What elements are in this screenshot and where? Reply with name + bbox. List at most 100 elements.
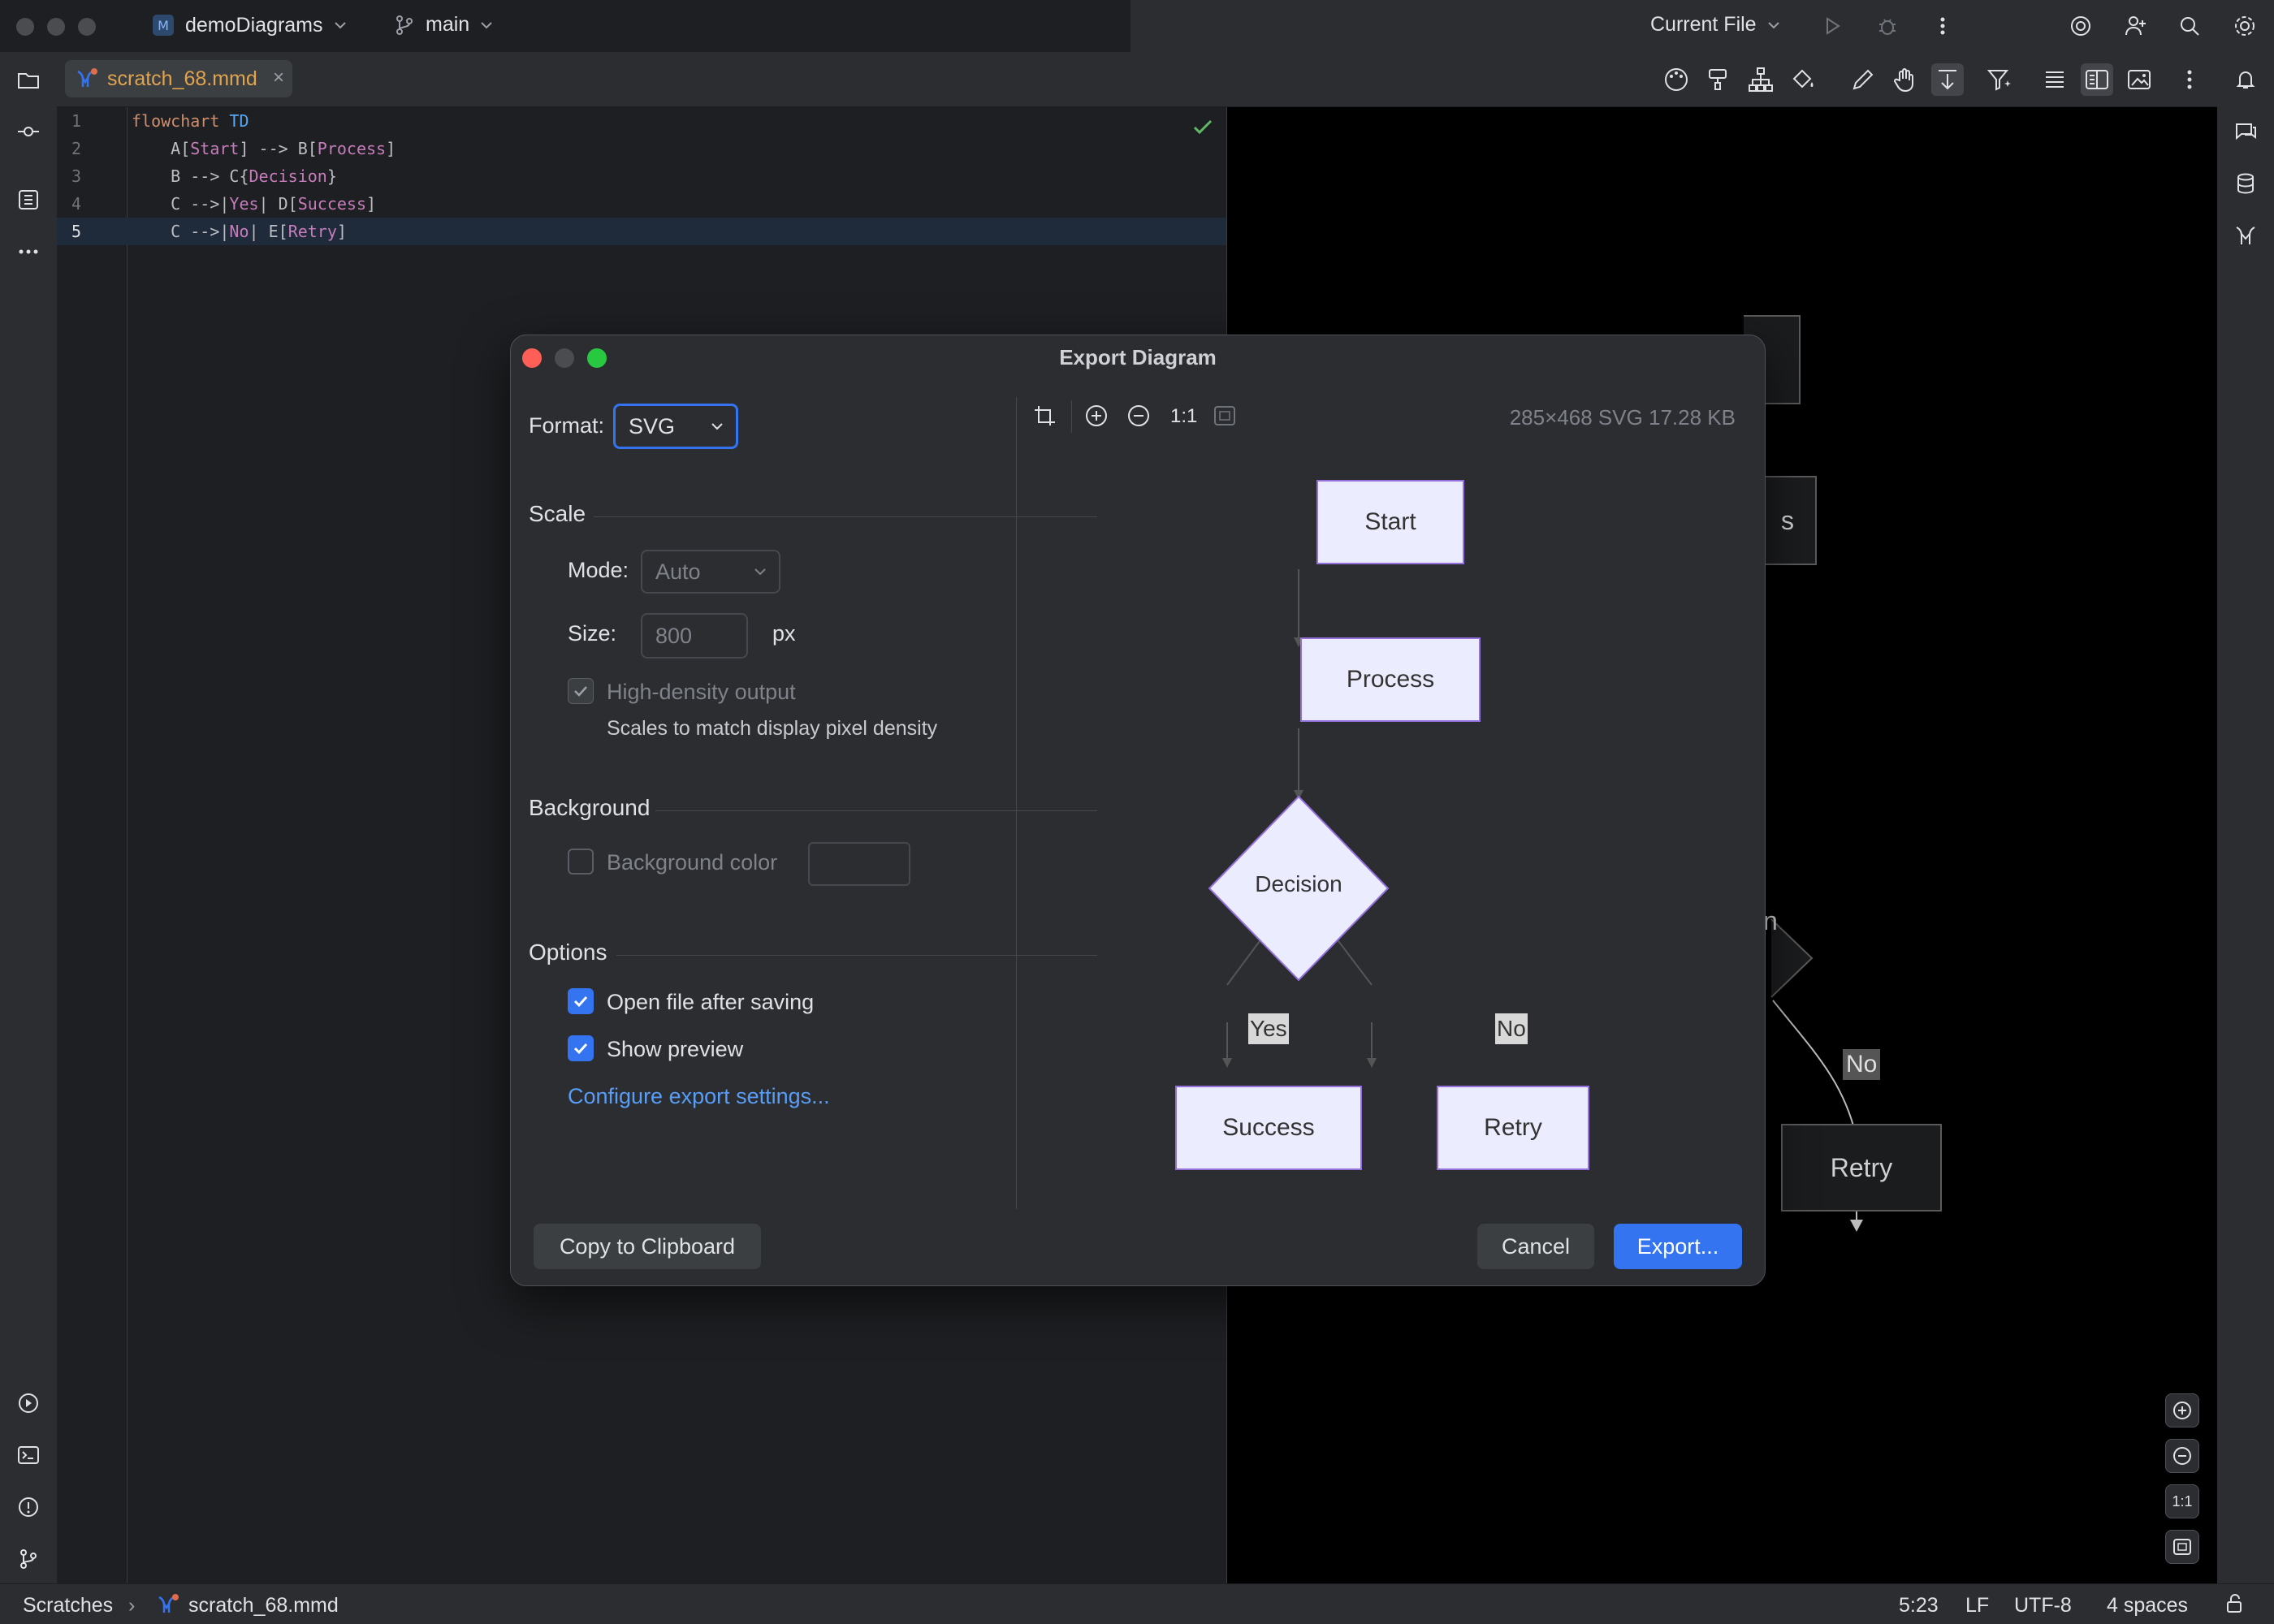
tab-close-icon[interactable]: × <box>273 67 284 89</box>
code-text: B --> C{Decision} <box>132 162 337 190</box>
zoom-out-button[interactable] <box>2165 1439 2199 1473</box>
show-preview-checkbox[interactable] <box>568 1035 594 1061</box>
theme-palette-icon[interactable] <box>1660 63 1693 96</box>
chevron-down-icon <box>1766 18 1781 32</box>
structure-icon[interactable] <box>14 185 43 214</box>
node-label: Process <box>1346 666 1435 693</box>
export-button[interactable]: Export... <box>1614 1224 1742 1269</box>
fill-bucket-icon[interactable] <box>1787 63 1819 96</box>
mermaid-file-icon <box>156 1592 180 1617</box>
caret-position[interactable]: 5:23 <box>1899 1594 1939 1618</box>
services-icon[interactable] <box>14 1389 43 1418</box>
code-token: ] <box>366 194 377 214</box>
project-folder-icon[interactable] <box>14 65 43 94</box>
hidpi-label: High-density output <box>607 680 796 704</box>
mode-value: Auto <box>655 559 701 584</box>
window-close-dot[interactable] <box>16 18 34 36</box>
format-select[interactable]: SVG <box>613 404 738 449</box>
run-icon[interactable] <box>1818 11 1847 41</box>
preview-zoom-reset[interactable]: 1:1 <box>1170 405 1197 428</box>
line-separator[interactable]: LF <box>1965 1594 1989 1618</box>
search-icon[interactable] <box>2175 11 2204 41</box>
code-token: flowchart <box>132 111 230 131</box>
edit-pencil-icon[interactable] <box>1847 63 1879 96</box>
problems-icon[interactable] <box>14 1492 43 1522</box>
brush-style-icon[interactable] <box>1702 63 1735 96</box>
code-line[interactable]: 5 C -->|No| E[Retry] <box>57 218 1226 245</box>
commit-icon[interactable] <box>14 117 43 146</box>
split-view-icon[interactable] <box>2081 63 2113 96</box>
breadcrumb-file[interactable]: scratch_68.mmd <box>188 1594 339 1618</box>
pan-hand-icon[interactable] <box>1889 63 1922 96</box>
ai-filter-icon[interactable] <box>1983 63 2016 96</box>
run-config-label: Current File <box>1650 13 1757 36</box>
add-user-icon[interactable] <box>2121 11 2151 41</box>
git-branch-icon <box>393 14 416 37</box>
code-token: A[ <box>132 139 191 158</box>
editor-tab-bar: scratch_68.mmd × <box>57 52 2217 107</box>
bg-node-process-partial: s <box>1760 476 1817 565</box>
ai-assistant-icon[interactable] <box>2066 11 2095 41</box>
more-vertical-icon[interactable] <box>2173 63 2206 96</box>
cancel-button[interactable]: Cancel <box>1477 1224 1594 1269</box>
code-token: Start <box>190 139 240 158</box>
layout-tree-icon[interactable] <box>1744 63 1777 96</box>
breadcrumb-scope[interactable]: Scratches <box>23 1594 113 1618</box>
svg-text:M: M <box>158 18 169 33</box>
branch-selector[interactable]: main <box>393 13 494 37</box>
background-color-label: Background color <box>607 850 778 875</box>
ai-chat-icon[interactable] <box>2231 117 2260 146</box>
line-number: 1 <box>71 111 82 131</box>
code-token: No <box>229 222 249 241</box>
window-minimize-dot[interactable] <box>47 18 65 36</box>
copy-to-clipboard-button[interactable]: Copy to Clipboard <box>534 1224 761 1269</box>
zoom-reset-button[interactable]: 1:1 <box>2165 1484 2199 1518</box>
indent-setting[interactable]: 4 spaces <box>2107 1594 2188 1618</box>
open-after-saving-checkbox[interactable] <box>568 988 594 1014</box>
preview-fit-icon <box>1213 404 1237 428</box>
more-horizontal-icon[interactable] <box>14 237 43 266</box>
code-line[interactable]: 2 A[Start] --> B[Process] <box>57 135 1226 162</box>
mermaid-project-icon: M <box>151 13 175 37</box>
fit-screen-button[interactable] <box>2165 1530 2199 1564</box>
window-zoom-dot[interactable] <box>78 18 96 36</box>
code-line[interactable]: 1 flowchart TD <box>57 107 1226 135</box>
code-line[interactable]: 4 C -->|Yes| D[Success] <box>57 190 1226 218</box>
code-token: ] <box>336 222 347 241</box>
code-token: Yes <box>229 194 259 214</box>
database-icon[interactable] <box>2231 169 2260 198</box>
mermaid-icon[interactable] <box>2231 221 2260 250</box>
project-selector[interactable]: M demoDiagrams <box>151 13 348 37</box>
preview-node-success: Success <box>1175 1086 1362 1170</box>
terminal-icon[interactable] <box>14 1440 43 1470</box>
preview-zoom-out-icon[interactable] <box>1126 404 1151 428</box>
chevron-down-icon <box>333 18 348 32</box>
zoom-in-button[interactable] <box>2165 1393 2199 1427</box>
options-section-title: Options <box>529 939 607 965</box>
code-line[interactable]: 3 B --> C{Decision} <box>57 162 1226 190</box>
preview-node-process: Process <box>1300 637 1481 722</box>
lock-icon[interactable] <box>2224 1592 2246 1615</box>
settings-gear-icon[interactable] <box>2230 11 2259 41</box>
code-text: C -->|No| E[Retry] <box>132 218 347 245</box>
crop-frame-icon[interactable] <box>1032 404 1057 428</box>
configure-export-settings-link[interactable]: Configure export settings... <box>568 1084 830 1109</box>
line-number: 2 <box>71 139 82 158</box>
chevron-down-icon <box>753 564 767 579</box>
git-icon[interactable] <box>14 1544 43 1574</box>
notifications-bell-icon[interactable] <box>2231 65 2260 94</box>
editor-tab-scratch[interactable]: scratch_68.mmd × <box>65 60 292 97</box>
code-token: Success <box>297 194 367 214</box>
editor-only-icon[interactable] <box>2038 63 2071 96</box>
more-vertical-icon[interactable] <box>1928 11 1957 41</box>
code-token: ] --> B[ <box>239 139 318 158</box>
size-label: Size: <box>568 621 617 646</box>
preview-zoom-in-icon[interactable] <box>1084 404 1109 428</box>
debug-icon[interactable] <box>1873 11 1902 41</box>
title-bar: M demoDiagrams main Current File <box>0 0 2274 52</box>
export-icon[interactable] <box>1931 63 1964 96</box>
run-config-selector[interactable]: Current File <box>1650 13 1781 37</box>
background-color-checkbox[interactable] <box>568 849 594 875</box>
file-encoding[interactable]: UTF-8 <box>2014 1594 2072 1618</box>
preview-only-icon[interactable] <box>2123 63 2155 96</box>
